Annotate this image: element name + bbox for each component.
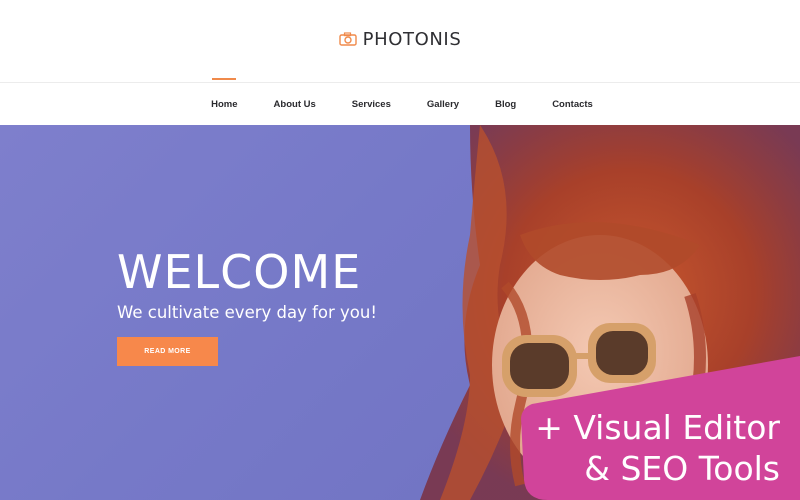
- logo[interactable]: PHOTONIS: [338, 28, 462, 50]
- nav-item-about-us[interactable]: About Us: [274, 91, 316, 118]
- site-header: PHOTONIS: [0, 0, 800, 82]
- hero-title: WELCOME: [117, 245, 362, 299]
- camera-icon: [338, 32, 357, 46]
- page: PHOTONIS Home About Us Services Gallery …: [0, 0, 800, 500]
- nav-item-gallery[interactable]: Gallery: [427, 91, 459, 118]
- nav-item-services[interactable]: Services: [352, 91, 391, 118]
- nav-item-blog[interactable]: Blog: [495, 91, 516, 118]
- main-nav: Home About Us Services Gallery Blog Cont…: [0, 82, 800, 125]
- hero-section: WELCOME We cultivate every day for you! …: [0, 125, 800, 500]
- hero-content: WELCOME We cultivate every day for you! …: [117, 245, 377, 366]
- nav-item-contacts[interactable]: Contacts: [552, 91, 593, 118]
- read-more-button[interactable]: READ MORE: [117, 337, 218, 366]
- nav-item-home[interactable]: Home: [211, 91, 237, 118]
- hero-subtitle: We cultivate every day for you!: [117, 303, 377, 322]
- brand-name: PHOTONIS: [362, 28, 462, 50]
- nav-list: Home About Us Services Gallery Blog Cont…: [211, 91, 593, 118]
